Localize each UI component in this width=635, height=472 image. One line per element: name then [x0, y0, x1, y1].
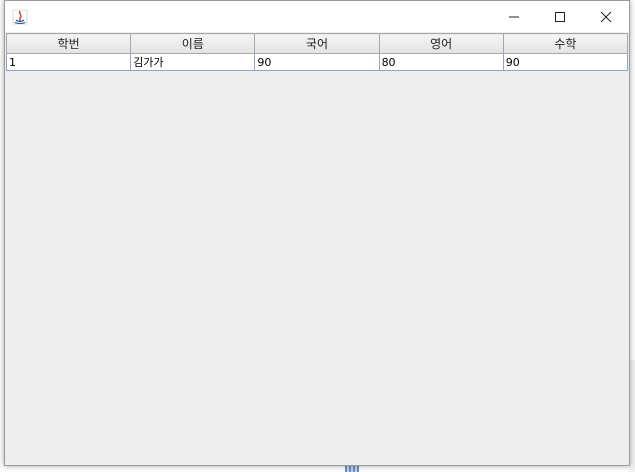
title-bar[interactable] [5, 1, 629, 32]
cell-student-id[interactable]: 1 [5, 53, 132, 71]
app-window: 학번 이름 국어 영어 수학 1 김가가 90 80 90 [4, 0, 630, 466]
column-header-student-id[interactable]: 학번 [5, 33, 132, 54]
close-icon [600, 11, 612, 22]
minimize-button[interactable] [491, 1, 537, 32]
column-header-math[interactable]: 수학 [502, 33, 629, 54]
close-button[interactable] [583, 1, 629, 32]
background-taskbar-mark [345, 465, 359, 472]
cell-name[interactable]: 김가가 [130, 53, 256, 71]
cell-math[interactable]: 90 [502, 53, 629, 71]
column-header-english[interactable]: 영어 [378, 33, 504, 54]
content-pane: 학번 이름 국어 영어 수학 1 김가가 90 80 90 [5, 32, 629, 465]
cell-english[interactable]: 80 [378, 53, 504, 71]
minimize-icon [509, 16, 519, 17]
score-table[interactable]: 학번 이름 국어 영어 수학 1 김가가 90 80 90 [5, 33, 629, 71]
table-row[interactable]: 1 김가가 90 80 90 [5, 53, 629, 71]
maximize-button[interactable] [537, 1, 583, 32]
column-header-name[interactable]: 이름 [130, 33, 256, 54]
java-app-icon [12, 9, 28, 25]
cell-korean[interactable]: 90 [254, 53, 380, 71]
maximize-icon [555, 11, 565, 22]
column-header-korean[interactable]: 국어 [254, 33, 380, 54]
table-header: 학번 이름 국어 영어 수학 [5, 33, 629, 54]
